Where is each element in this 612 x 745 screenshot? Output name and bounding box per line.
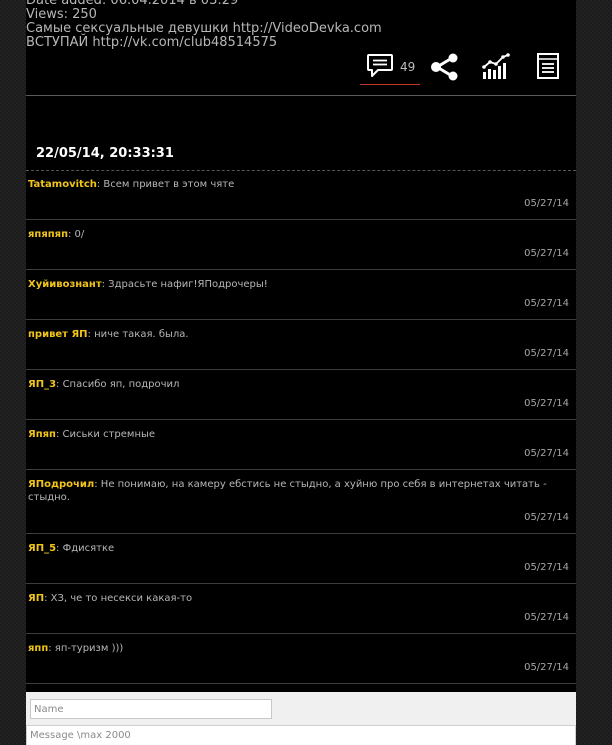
chat-message: ЯП_5: Фдисятке 05/27/14	[26, 534, 576, 584]
message-time: 05/27/14	[524, 562, 569, 573]
message-text: : 0/	[68, 229, 85, 240]
document-icon	[537, 53, 559, 79]
message-author[interactable]: япяпяп	[28, 229, 68, 240]
header-divider	[26, 95, 576, 96]
message-author[interactable]: Хуйивознант	[28, 279, 102, 290]
chat-message: ЯПодрочил: Не понимаю, на камеру ебстись…	[26, 470, 576, 534]
message-time: 05/27/14	[524, 398, 569, 409]
chat-message: япяпяп: 0/ 05/27/14	[26, 220, 576, 270]
chat-messages: Tatamovitch: Всем привет в этом чяте 05/…	[26, 170, 576, 684]
name-input[interactable]	[30, 699, 272, 719]
video-meta: Date added: 06.04.2014 в 03:29 Views: 25…	[26, 0, 382, 50]
chat-message: Япяп: Сиськи стремные 05/27/14	[26, 420, 576, 470]
message-text: : ХЗ, че то несекси какая-то	[44, 593, 193, 604]
chat-message: ЯП_3: Спасибо яп, подрочил 05/27/14	[26, 370, 576, 420]
views-count: Views: 250	[26, 7, 97, 22]
share-icon	[431, 53, 458, 81]
message-time: 05/27/14	[524, 612, 569, 623]
message-text: : яп-туризм )))	[48, 643, 124, 654]
comment-bubble-icon	[367, 54, 393, 77]
message-author[interactable]: ЯП_5	[28, 543, 56, 554]
message-text: : ниче такая. была.	[87, 329, 189, 340]
chat-message: Хуйивознант: Здрасьте нафиг!ЯПодрочеры! …	[26, 270, 576, 320]
video-panel: Date added: 06.04.2014 в 03:29 Views: 25…	[26, 0, 576, 745]
message-time: 05/27/14	[524, 348, 569, 359]
chat-message: Tatamovitch: Всем привет в этом чяте 05/…	[26, 170, 576, 220]
message-text: : Здрасьте нафиг!ЯПодрочеры!	[101, 279, 268, 290]
message-text: : Фдисятке	[56, 543, 115, 554]
chat-date: 22/05/14, 20:33:31	[36, 146, 174, 161]
message-time: 05/27/14	[524, 512, 569, 523]
message-text: : Всем привет в этом чяте	[96, 179, 235, 190]
message-text: : Спасибо яп, подрочил	[56, 379, 180, 390]
chat-message: ЯП: ХЗ, че то несекси какая-то 05/27/14	[26, 584, 576, 634]
message-time: 05/27/14	[524, 448, 569, 459]
promo-line: ВСТУПАЙ http://vk.com/club48514575	[26, 35, 278, 50]
message-time: 05/27/14	[524, 662, 569, 673]
message-author[interactable]: Tatamovitch	[28, 179, 97, 190]
message-time: 05/27/14	[524, 248, 569, 259]
chat-form	[26, 692, 576, 745]
chat-message: япп: яп-туризм ))) 05/27/14	[26, 634, 576, 684]
message-input[interactable]	[26, 725, 576, 745]
stats-chart-icon	[482, 53, 510, 79]
share-button[interactable]	[430, 50, 460, 84]
message-author[interactable]: ЯПодрочил	[28, 479, 94, 490]
message-author[interactable]: япп	[28, 643, 48, 654]
message-author[interactable]: привет ЯП	[28, 329, 88, 340]
message-time: 05/27/14	[524, 298, 569, 309]
message-time: 05/27/14	[524, 198, 569, 209]
message-author[interactable]: Япяп	[28, 429, 56, 440]
message-author[interactable]: ЯП	[28, 593, 44, 604]
stats-button[interactable]	[482, 50, 512, 84]
message-author[interactable]: ЯП_3	[28, 379, 56, 390]
chat-message: привет ЯП: ниче такая. была. 05/27/14	[26, 320, 576, 370]
promo-line: Самые сексуальные девушки http://VideoDe…	[26, 21, 382, 36]
message-text: : Сиськи стремные	[55, 429, 156, 440]
description-button[interactable]	[536, 50, 564, 84]
message-text: : Не понимаю, на камеру ебстись не стыдн…	[28, 479, 547, 503]
comments-tab[interactable]: 49	[360, 50, 420, 85]
comments-count: 49	[400, 60, 416, 74]
